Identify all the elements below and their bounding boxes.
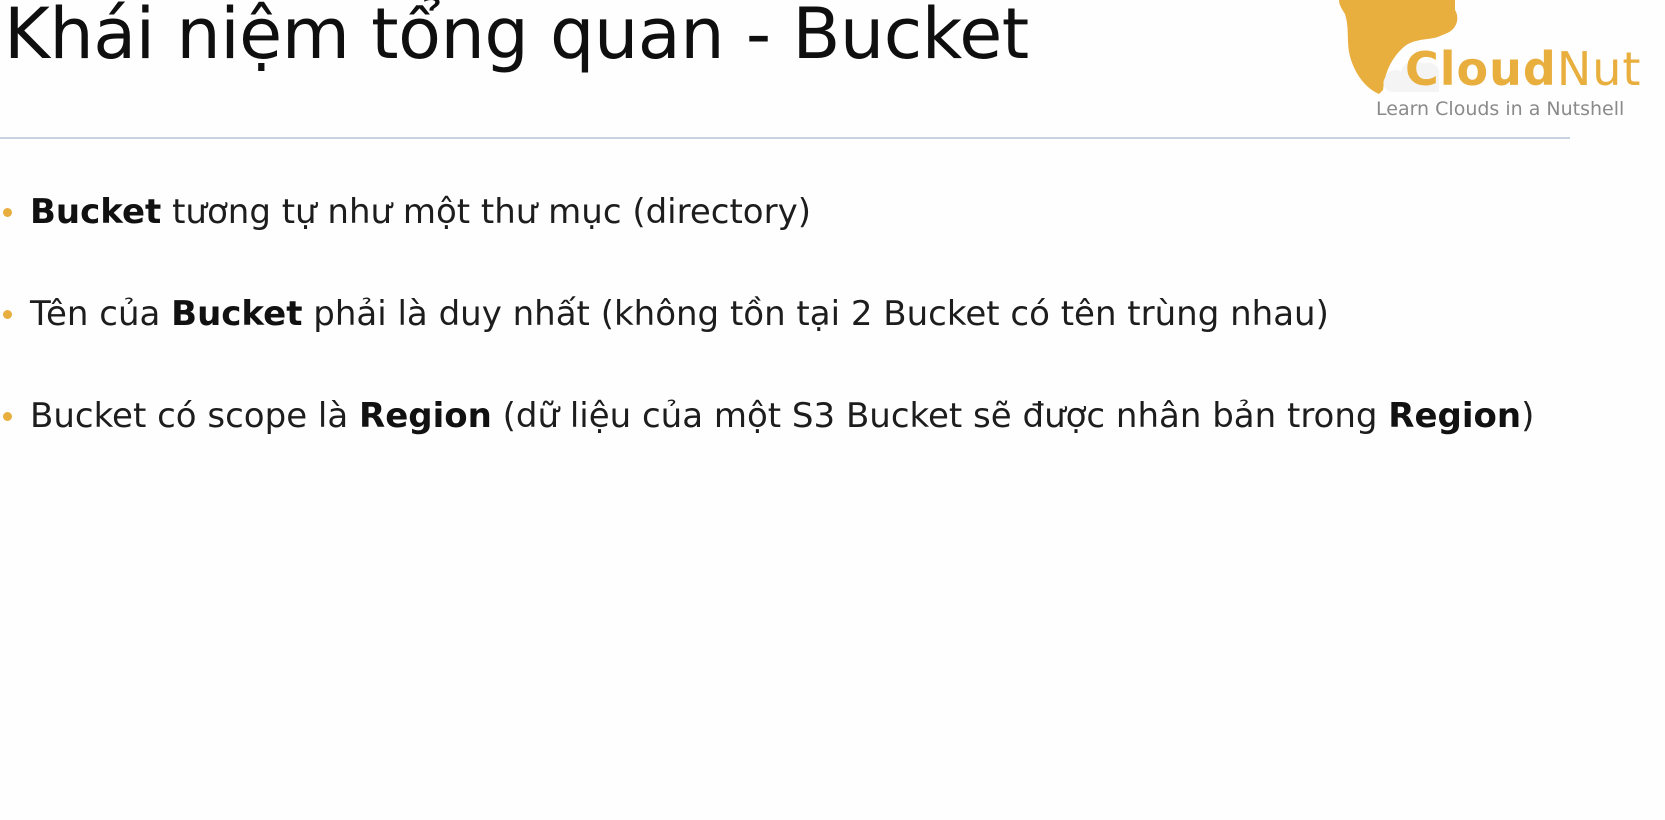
bullet-item: Bucket có scope là Region (dữ liệu của m… — [0, 392, 1600, 494]
bullet-text: Bucket có scope là Region (dữ liệu của m… — [30, 396, 1535, 436]
bullet-text: Tên của Bucket phải là duy nhất (không t… — [30, 294, 1329, 334]
page-title: Khái niệm tổng quan - Bucket — [4, 0, 1029, 75]
slide: Khái niệm tổng quan - Bucket CloudNut Le… — [0, 0, 1665, 820]
title-divider — [0, 137, 1570, 139]
logo-tagline: Learn Clouds in a Nutshell — [1376, 98, 1625, 120]
bullet-item: Tên của Bucket phải là duy nhất (không t… — [0, 290, 1600, 392]
bullet-dot-icon — [3, 412, 12, 421]
logo-brand: CloudNut — [1405, 42, 1642, 96]
cloudnut-logo: CloudNut Learn Clouds in a Nutshell — [1305, 0, 1665, 125]
bullet-text: Bucket tương tự như một thư mục (directo… — [30, 192, 811, 232]
bullet-item: Bucket tương tự như một thư mục (directo… — [0, 188, 1600, 290]
bullet-dot-icon — [3, 208, 12, 217]
bullet-dot-icon — [3, 310, 12, 319]
bullet-list: Bucket tương tự như một thư mục (directo… — [0, 188, 1600, 494]
